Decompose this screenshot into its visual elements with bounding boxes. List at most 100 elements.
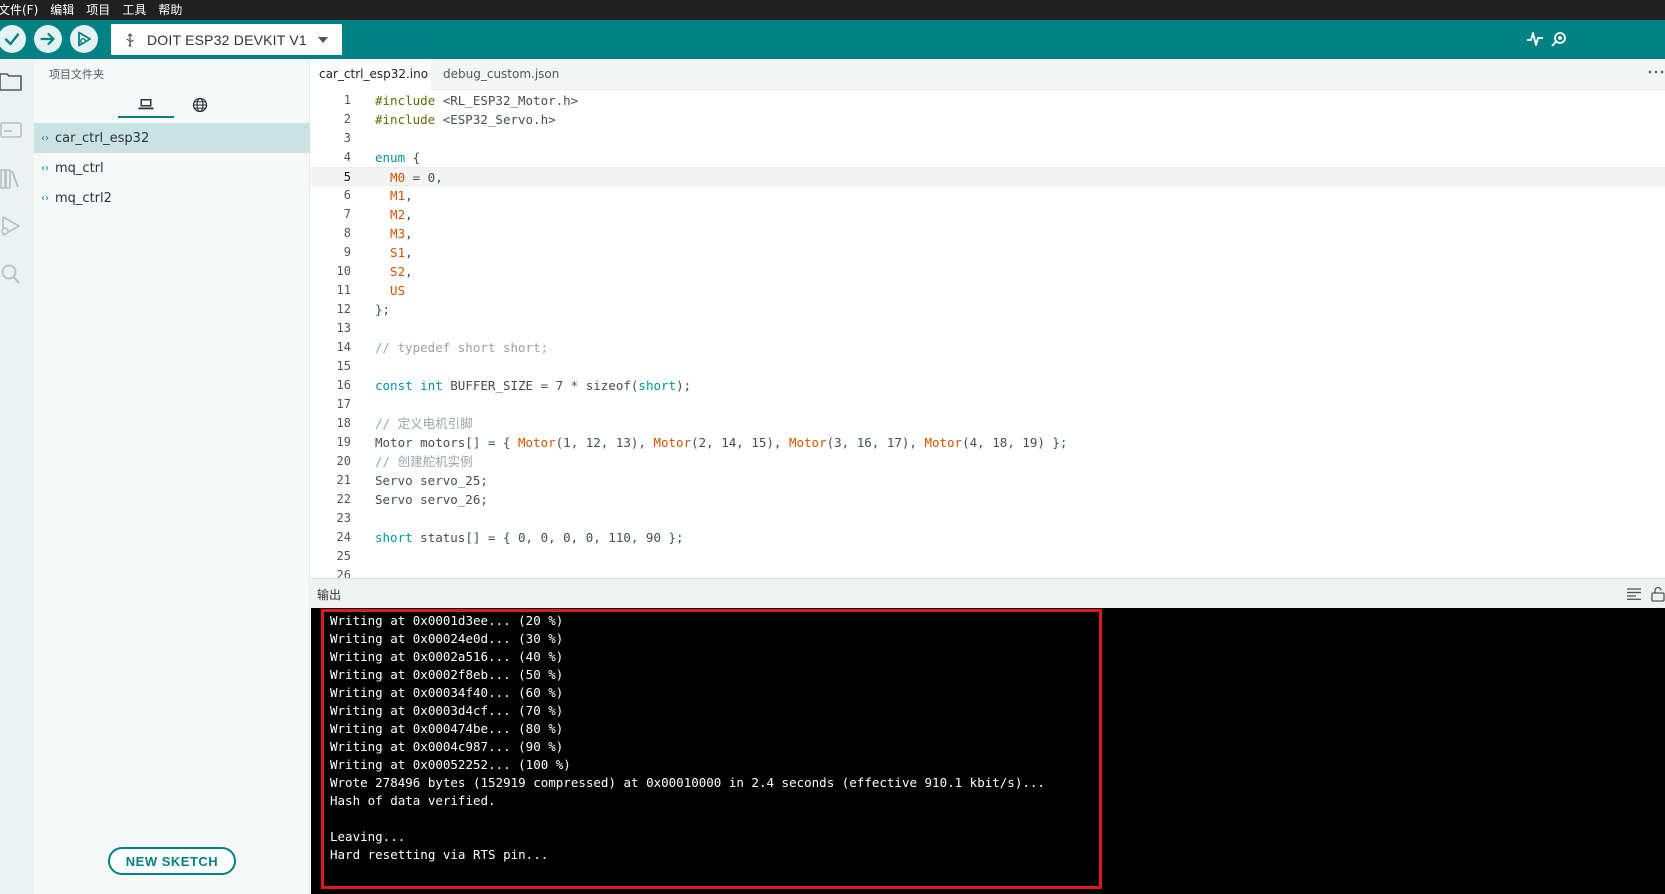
code-line: 15 <box>311 357 1665 376</box>
code-token: = 0, <box>405 170 443 185</box>
line-number: 5 <box>343 170 351 184</box>
menu-bar: 文件(F) 编辑 项目 工具 帮助 <box>0 0 1665 20</box>
line-number: 10 <box>336 264 351 278</box>
line-number: 1 <box>343 93 351 107</box>
code-line: 9 S1, <box>311 243 1665 262</box>
sketchbook-sidebar: 项目文件夹 ‹› car_ctrl_esp32 ‹› mq_ctrl ‹› mq… <box>34 59 310 894</box>
code-token: (1, 12, 13), <box>555 435 654 450</box>
line-number: 25 <box>336 549 351 563</box>
sketch-item-mq-ctrl2[interactable]: ‹› mq_ctrl2 <box>34 183 310 213</box>
search-icon[interactable] <box>0 259 24 289</box>
menu-help[interactable]: 帮助 <box>158 0 182 20</box>
code-token: S2 <box>375 264 406 279</box>
globe-icon <box>192 97 208 113</box>
serial-plotter-icon[interactable] <box>1525 29 1545 49</box>
code-token: , <box>405 207 413 222</box>
output-line: Writing at 0x00024e0d... (30 %) <box>330 631 564 646</box>
code-token: Motor <box>653 435 692 450</box>
line-number: 13 <box>336 321 351 335</box>
line-number: 16 <box>336 378 351 392</box>
line-number: 18 <box>336 416 351 430</box>
menu-edit[interactable]: 编辑 <box>50 0 74 20</box>
sketch-item-car-ctrl-esp32[interactable]: ‹› car_ctrl_esp32 <box>34 123 310 153</box>
lock-icon[interactable] <box>1651 586 1665 602</box>
code-token: Motor <box>788 435 827 450</box>
code-line: 10 S2, <box>311 262 1665 281</box>
code-token: M2 <box>375 207 406 222</box>
line-number: 8 <box>343 226 351 240</box>
code-token: }; <box>375 302 391 317</box>
more-icon[interactable] <box>1647 67 1665 77</box>
code-line: 17 <box>311 395 1665 414</box>
tab-debug-custom-json[interactable]: debug_custom.json <box>435 59 567 90</box>
code-line: 12}; <box>311 300 1665 319</box>
boards-icon[interactable] <box>0 115 24 145</box>
code-line: 20 // 创建舵机实例 <box>311 452 1665 471</box>
line-number: 20 <box>336 454 351 468</box>
menu-file[interactable]: 文件(F) <box>0 0 38 20</box>
debug-run-icon[interactable] <box>0 211 24 241</box>
upload-button[interactable] <box>34 25 62 53</box>
clear-output-icon[interactable] <box>1627 588 1641 600</box>
code-token: , <box>405 264 413 279</box>
verify-button[interactable] <box>0 25 26 53</box>
code-line: 25 <box>311 547 1665 566</box>
toolbar: DOIT ESP32 DEVKIT V1 <box>0 20 1665 59</box>
output-line: Hash of data verified. <box>330 793 496 808</box>
output-line: Writing at 0x0001d3ee... (20 %) <box>330 613 564 628</box>
sidebar-title: 项目文件夹 <box>49 68 104 81</box>
board-selector[interactable]: DOIT ESP32 DEVKIT V1 <box>111 24 342 55</box>
code-line: 13 <box>311 319 1665 338</box>
line-number: 23 <box>336 511 351 525</box>
code-token: short <box>375 530 413 545</box>
menu-tools[interactable]: 工具 <box>122 0 146 20</box>
output-line: Writing at 0x000474be... (80 %) <box>330 721 564 736</box>
code-token: , <box>405 226 413 241</box>
code-editor[interactable]: 1 #include <RL_ESP32_Motor.h> 2 #include <… <box>311 91 1665 578</box>
line-number: 7 <box>343 207 351 221</box>
code-line: 22 Servo servo_26; <box>311 490 1665 509</box>
code-token: { <box>405 150 421 165</box>
laptop-icon <box>138 99 154 110</box>
tab-car-ctrl-esp32-ino[interactable]: car_ctrl_esp32.ino <box>311 59 431 90</box>
code-line: 2 #include <ESP32_Servo.h> <box>311 110 1665 129</box>
chevron-right-icon: ‹› <box>41 192 49 204</box>
line-number: 22 <box>336 492 351 506</box>
code-token: M1 <box>375 188 406 203</box>
sketch-item-mq-ctrl[interactable]: ‹› mq_ctrl <box>34 153 310 183</box>
code-token: Servo servo_25; <box>375 473 488 488</box>
new-sketch-button[interactable]: NEW SKETCH <box>108 847 236 875</box>
line-number: 19 <box>336 435 351 449</box>
output-line: Writing at 0x00034f40... (60 %) <box>330 685 564 700</box>
code-line-current: 5 M0 = 0, <box>311 167 1665 186</box>
line-number: 12 <box>336 302 351 316</box>
library-icon[interactable] <box>0 163 24 193</box>
folder-icon[interactable] <box>0 65 24 95</box>
output-line: Hard resetting via RTS pin... <box>330 847 549 862</box>
menu-sketch[interactable]: 项目 <box>86 0 110 20</box>
tab-local-sketchbook[interactable] <box>118 92 174 118</box>
code-token: // 创建舵机实例 <box>375 454 473 469</box>
line-number: 15 <box>336 359 351 373</box>
code-token: ); <box>676 378 692 393</box>
line-number: 4 <box>343 150 351 164</box>
code-token: // typedef short short; <box>375 340 549 355</box>
output-console[interactable]: Writing at 0x0001d3ee... (20 %) Writing … <box>311 608 1665 894</box>
code-line: 1 #include <RL_ESP32_Motor.h> <box>311 91 1665 110</box>
code-token: <ESP32_Servo.h> <box>442 112 556 127</box>
code-token: #include <box>375 112 443 127</box>
output-line: Writing at 0x0004c987... (90 %) <box>330 739 564 754</box>
code-token: Motor <box>518 435 556 450</box>
output-line: Writing at 0x0002f8eb... (50 %) <box>330 667 564 682</box>
code-token: (4, 18, 19) }; <box>962 435 1068 450</box>
debug-button[interactable] <box>70 25 98 53</box>
code-token: short <box>638 378 677 393</box>
code-line: 4 enum { <box>311 148 1665 167</box>
code-token: Motor motors[] = { <box>375 435 518 450</box>
output-title: 输出 <box>317 588 342 602</box>
chevron-down-icon <box>318 37 328 43</box>
line-number: 24 <box>336 530 351 544</box>
sketch-name: mq_ctrl <box>55 160 104 176</box>
serial-monitor-icon[interactable] <box>1549 29 1569 49</box>
tab-cloud-sketchbook[interactable] <box>172 92 228 118</box>
